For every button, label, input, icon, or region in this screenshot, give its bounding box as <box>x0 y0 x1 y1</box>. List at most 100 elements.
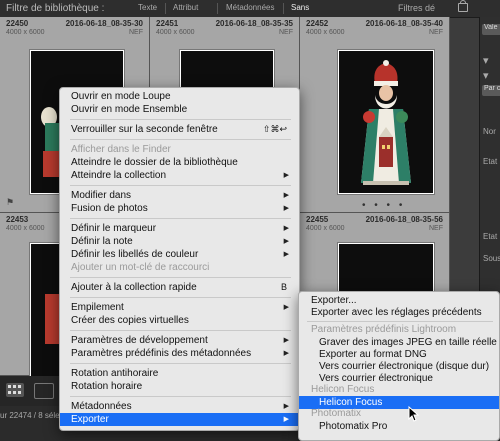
menu-item-label: Paramètres prédéfinis des métadonnées <box>71 348 252 359</box>
menu-item-atteindre-la-collection[interactable]: Atteindre la collection ▶ <box>60 169 299 182</box>
menu-item-parametres-de-developpement[interactable]: Paramètres de développement ▶ <box>60 334 299 347</box>
photo-extension: NEF <box>429 225 443 232</box>
photo-thumbnail[interactable] <box>338 50 434 194</box>
menu-item-label: Atteindre la collection <box>71 170 167 181</box>
submenu-arrow-icon: ▶ <box>283 350 289 357</box>
filter-divider <box>165 3 166 14</box>
export-submenu: Exporter... Exporter avec les réglages pr… <box>298 291 500 441</box>
menu-item-ajouter-a-la-collection-rapide[interactable]: Ajouter à la collection rapide B <box>60 281 299 294</box>
menu-item-rotation-antihoraire[interactable]: Rotation antihoraire <box>60 367 299 380</box>
submenu-arrow-icon: ▶ <box>283 192 289 199</box>
submenu-section-header: Helicon Focus <box>311 384 375 395</box>
menu-item-empilement[interactable]: Empilement ▶ <box>60 301 299 314</box>
photo-number: 22450 <box>6 19 29 28</box>
filter-metadata-button[interactable]: Métadonnées <box>226 3 274 12</box>
filter-attribute-button[interactable]: Attribut <box>173 3 198 12</box>
menu-item-modifier-dans[interactable]: Modifier dans ▶ <box>60 189 299 202</box>
menu-separator <box>70 330 291 331</box>
menu-item-label: Créer des copies virtuelles <box>71 315 189 326</box>
preset-value-button[interactable]: Vale <box>482 24 500 35</box>
expand-icon[interactable]: ▾ <box>483 54 489 67</box>
photo-date: 2016-06-18_08-35-40 <box>365 19 443 28</box>
selection-dots: • • • • <box>362 200 406 211</box>
menu-item-label: Paramètres de développement <box>71 335 208 346</box>
menu-separator <box>70 139 291 140</box>
panel-label: Sous- <box>483 254 500 263</box>
menu-item-label: Afficher dans le Finder <box>71 144 171 155</box>
menu-separator <box>70 119 291 120</box>
menu-separator <box>70 185 291 186</box>
menu-item-verrouiller-sur-la-seconde-fenetre[interactable]: Verrouiller sur la seconde fenêtre ⇧⌘↩ <box>60 123 299 136</box>
filter-presets-label[interactable]: Filtres dé <box>398 3 435 13</box>
menu-item-creer-des-copies-virtuelles[interactable]: Créer des copies virtuelles <box>60 314 299 327</box>
menu-item-label: Définir le marqueur <box>71 223 157 234</box>
menu-item-fusion-de-photos[interactable]: Fusion de photos ▶ <box>60 202 299 215</box>
photo-number: 22455 <box>306 215 329 224</box>
menu-item-definir-la-note[interactable]: Définir la note ▶ <box>60 235 299 248</box>
menu-item-afficher-dans-le-finder: Afficher dans le Finder <box>60 143 299 156</box>
library-filter-title: Filtre de bibliothèque : <box>6 3 105 14</box>
menu-item-label: Rotation horaire <box>71 381 143 392</box>
menu-separator <box>70 363 291 364</box>
menu-item-label: Ouvrir en mode Ensemble <box>71 104 188 115</box>
sort-button[interactable]: Par c <box>482 85 500 96</box>
menu-item-exporter[interactable]: Exporter ▶ <box>60 413 299 426</box>
menu-separator <box>70 297 291 298</box>
submenu-arrow-icon: ▶ <box>283 172 289 179</box>
menu-item-rotation-horaire[interactable]: Rotation horaire <box>60 380 299 393</box>
submenu-arrow-icon: ▶ <box>283 225 289 232</box>
menu-item-label: Exporter <box>71 414 109 425</box>
selection-status: ur 22474 / 8 séle <box>0 411 60 420</box>
flag-icon[interactable]: ⚑ <box>6 197 14 208</box>
grid-cell-selected[interactable]: 22452 2016-06-18_08-35-40 4000 x 6000 NE… <box>300 17 450 213</box>
mouse-cursor-icon <box>408 406 420 422</box>
filter-none-button[interactable]: Sans <box>291 3 309 12</box>
library-filter-bar: Filtre de bibliothèque : Texte Attribut … <box>0 0 500 18</box>
menu-item-ouvrir-en-mode-ensemble[interactable]: Ouvrir en mode Ensemble <box>60 103 299 116</box>
photo-date: 2016-06-18_08-35-35 <box>215 19 293 28</box>
photo-dimensions: 4000 x 6000 <box>6 29 45 36</box>
menu-item-definir-le-marqueur[interactable]: Définir le marqueur ▶ <box>60 222 299 235</box>
menu-item-definir-les-libelles-de-couleur[interactable]: Définir les libellés de couleur ▶ <box>60 248 299 261</box>
submenu-arrow-icon: ▶ <box>283 337 289 344</box>
menu-item-label: Ajouter à la collection rapide <box>71 282 197 293</box>
photo-dimensions: 4000 x 6000 <box>306 225 345 232</box>
photo-dimensions: 4000 x 6000 <box>306 29 345 36</box>
menu-item-label: Fusion de photos <box>71 203 148 214</box>
photo-dimensions: 4000 x 6000 <box>156 29 195 36</box>
menu-item-atteindre-le-dossier-de-la-bibliotheque[interactable]: Atteindre le dossier de la bibliothèque <box>60 156 299 169</box>
menu-separator <box>70 396 291 397</box>
photo-number: 22453 <box>6 215 29 224</box>
filter-text-button[interactable]: Texte <box>138 3 157 12</box>
expand-icon[interactable]: ▾ <box>483 69 489 82</box>
submenu-item-label: Photomatix Pro <box>319 421 388 432</box>
menu-item-label: Verrouiller sur la seconde fenêtre <box>71 124 218 135</box>
photo-date: 2016-06-18_08-35-56 <box>365 215 443 224</box>
menu-item-label: Ajouter un mot-clé de raccourci <box>71 262 210 273</box>
photo-number: 22452 <box>306 19 329 28</box>
menu-item-parametres-predefinis-des-metadonnees[interactable]: Paramètres prédéfinis des métadonnées ▶ <box>60 347 299 360</box>
menu-shortcut: B <box>280 282 287 292</box>
filter-divider <box>217 3 218 14</box>
submenu-arrow-icon: ▶ <box>283 205 289 212</box>
submenu-item-label: Exporter avec les réglages précédents <box>311 307 482 318</box>
filter-divider <box>283 3 284 14</box>
submenu-item-exporter-avec-les-reglages-precedents[interactable]: Exporter avec les réglages précédents <box>299 306 499 319</box>
submenu-section-header: Photomatix <box>311 408 362 419</box>
menu-item-ouvrir-en-mode-loupe[interactable]: Ouvrir en mode Loupe <box>60 90 299 103</box>
loupe-view-icon[interactable] <box>34 383 54 399</box>
submenu-arrow-icon: ▶ <box>283 251 289 258</box>
photo-extension: NEF <box>279 29 293 36</box>
photo-extension: NEF <box>129 29 143 36</box>
menu-item-label: Atteindre le dossier de la bibliothèque <box>71 157 238 168</box>
context-menu: Ouvrir en mode Loupe Ouvrir en mode Ensem… <box>59 87 300 431</box>
menu-item-label: Définir les libellés de couleur <box>71 249 199 260</box>
submenu-arrow-icon: ▶ <box>283 403 289 410</box>
menu-item-label: Empilement <box>71 302 124 313</box>
lock-icon[interactable] <box>458 0 468 12</box>
grid-view-icon[interactable] <box>6 383 24 397</box>
panel-label: Etat <box>483 232 498 241</box>
menu-item-label: Métadonnées <box>71 401 132 412</box>
submenu-item-photomatix-pro[interactable]: Photomatix Pro <box>299 420 499 433</box>
menu-item-metadonnees[interactable]: Métadonnées ▶ <box>60 400 299 413</box>
